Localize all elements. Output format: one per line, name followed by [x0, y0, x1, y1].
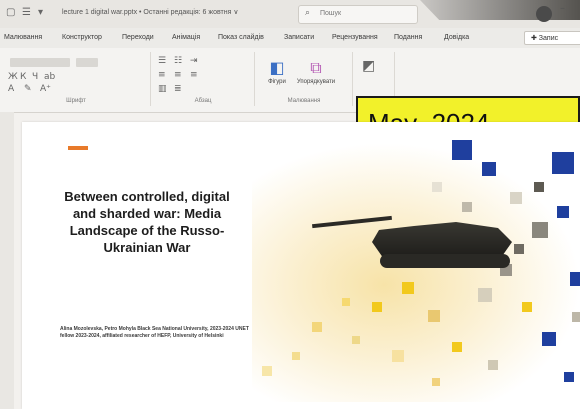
grow-font-icon[interactable]: A⁺	[40, 84, 51, 94]
tank-track	[380, 254, 510, 268]
tab-design[interactable]: Конструктор	[62, 34, 102, 41]
pixel-block	[488, 360, 498, 370]
tab-draw[interactable]: Малювання	[4, 34, 42, 41]
font-color-icon[interactable]: A	[8, 84, 14, 94]
slide-authors[interactable]: Alina Mozolevska, Petro Mohyla Black Sea…	[60, 326, 256, 340]
search-icon: ⌕	[305, 8, 311, 18]
drawing-group-label: Малювання	[287, 98, 321, 104]
tab-review[interactable]: Рецензування	[332, 34, 378, 41]
pixel-block	[510, 192, 522, 204]
columns-icon[interactable]: ▥	[158, 84, 167, 94]
artwork-glow	[252, 142, 580, 402]
highlight-icon[interactable]: ✎	[24, 84, 32, 94]
pixel-block	[532, 222, 548, 238]
document-title[interactable]: lecture 1 digital war.pptx • Останні ред…	[62, 8, 238, 16]
pixel-block	[342, 298, 350, 306]
drawing-group: ◧ Фігури ⧉ Упорядкувати Малювання	[256, 52, 353, 106]
font-group: Ж К Ч ab A ✎ A⁺ Шрифт	[2, 52, 151, 106]
dropdown-icon[interactable]: ▾	[38, 7, 43, 18]
shapes-button[interactable]: ◧ Фігури	[262, 58, 292, 86]
bold-icon[interactable]: Ж	[8, 72, 18, 82]
tab-transitions[interactable]: Переходи	[122, 34, 154, 41]
quick-styles-icon[interactable]: ◩	[362, 58, 375, 74]
overlay-photo-corner	[420, 0, 580, 20]
pixel-block	[482, 162, 496, 176]
record-button[interactable]: ✚ Запис	[524, 31, 580, 45]
slide-thumbnail-strip[interactable]	[0, 112, 14, 409]
align-right-icon[interactable]: ≡	[190, 70, 198, 80]
arrange-label: Упорядкувати	[296, 79, 336, 85]
accent-bar	[68, 146, 88, 150]
pixel-block	[452, 140, 472, 160]
arrange-icon: ⧉	[310, 58, 322, 77]
minimize-icon[interactable]: –	[560, 3, 565, 14]
search-input[interactable]: ⌕ Пошук	[298, 5, 418, 24]
avatar[interactable]	[536, 6, 552, 22]
pixel-block	[542, 332, 556, 346]
slide-artwork[interactable]	[252, 122, 580, 409]
font-group-label: Шрифт	[66, 98, 86, 104]
italic-icon[interactable]: К	[20, 72, 26, 82]
pixel-block	[262, 366, 272, 376]
pixel-block	[534, 182, 544, 192]
pixel-block	[352, 336, 360, 344]
shapes-icon: ◧	[269, 58, 285, 77]
numbering-icon[interactable]: ☷	[174, 56, 182, 66]
tab-help[interactable]: Довідка	[444, 34, 469, 41]
align-center-icon[interactable]: ≡	[174, 70, 182, 80]
font-size-dropdown[interactable]	[76, 58, 98, 67]
pixel-block	[372, 302, 382, 312]
pixel-block	[570, 272, 580, 286]
pixel-block	[432, 378, 440, 386]
pixel-block	[432, 182, 442, 192]
indent-icon[interactable]: ⇥	[190, 56, 198, 66]
pixel-block	[292, 352, 300, 360]
slide-canvas[interactable]: Between controlled, digital and sharded …	[22, 122, 580, 409]
pixel-block	[402, 282, 414, 294]
bullets-icon[interactable]: ☰	[158, 56, 166, 66]
pixel-block	[392, 350, 404, 362]
ribbon-tabs: Малювання Конструктор Переходи Анімація …	[0, 28, 580, 48]
pixel-block	[452, 342, 462, 352]
font-name-dropdown[interactable]	[10, 58, 70, 67]
pixel-block	[514, 244, 524, 254]
tab-record[interactable]: Записати	[284, 34, 314, 41]
paragraph-group: ☰ ☷ ⇥ ≡ ≡ ≡ ▥ ≣ Абзац	[152, 52, 255, 106]
pixel-block	[572, 312, 580, 322]
underline-icon[interactable]: Ч	[32, 72, 38, 82]
pixel-block	[462, 202, 472, 212]
quick-access-icon[interactable]: ☰	[22, 7, 31, 18]
window-icon[interactable]: ▢	[6, 7, 15, 18]
pixel-block	[428, 310, 440, 322]
paragraph-group-label: Абзац	[194, 98, 212, 104]
pixel-block	[478, 288, 492, 302]
pixel-block	[557, 206, 569, 218]
strikethrough-icon[interactable]: ab	[44, 72, 55, 82]
tab-view[interactable]: Подання	[394, 34, 422, 41]
align-left-icon[interactable]: ≡	[158, 70, 166, 80]
tab-animations[interactable]: Анімація	[172, 34, 200, 41]
tab-slideshow[interactable]: Показ слайдів	[218, 34, 264, 41]
title-bar: ▢ ☰ ▾ lecture 1 digital war.pptx • Остан…	[0, 0, 580, 29]
search-placeholder: Пошук	[320, 10, 342, 17]
pixel-block	[552, 152, 574, 174]
pixel-block	[564, 372, 574, 382]
arrange-button[interactable]: ⧉ Упорядкувати	[296, 58, 336, 86]
justify-icon[interactable]: ≣	[174, 84, 182, 94]
slide-title[interactable]: Between controlled, digital and sharded …	[58, 188, 236, 256]
pixel-block	[522, 302, 532, 312]
pixel-block	[312, 322, 322, 332]
shapes-label: Фігури	[268, 79, 286, 85]
